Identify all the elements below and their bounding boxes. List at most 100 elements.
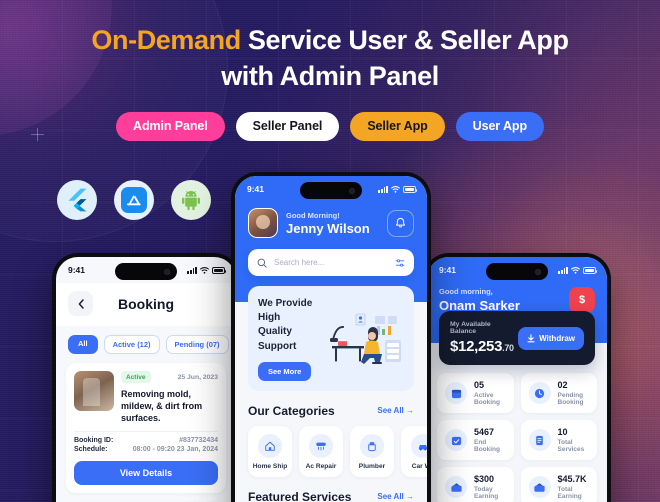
booking-date: 25 Jun, 2023 [177, 373, 218, 381]
platform-icons [57, 180, 211, 220]
greeting-text: Good Morning! [286, 210, 340, 220]
promo-banner: We Provide High Quality Support See More [248, 286, 414, 391]
signal-icon [378, 185, 388, 193]
search-input[interactable]: Search here... [274, 258, 388, 267]
app-store-icon [114, 180, 154, 220]
stat-label: Active Booking [474, 392, 500, 406]
featured-see-all[interactable]: See All → [377, 492, 414, 501]
notification-button[interactable] [387, 209, 414, 237]
flutter-icon [57, 180, 97, 220]
stat-value: 5467 [474, 427, 495, 437]
seller-greeting: Good morning, Onam Sarker $ [427, 283, 607, 313]
booking-title: Removing mold, mildew, & dirt from surfa… [121, 389, 203, 424]
categories-see-all[interactable]: See All → [377, 406, 414, 415]
category-home-ship[interactable]: Home Ship [248, 425, 292, 477]
user-greeting: Good Morning! Jenny Wilson [235, 202, 427, 238]
title-rest: Service User & Seller App [240, 25, 569, 55]
stat-total-services[interactable]: 10 Total Services [520, 420, 597, 460]
signal-icon [187, 266, 197, 274]
phone-notch [486, 263, 548, 280]
chip-pending[interactable]: Pending (07) [165, 335, 229, 354]
avatar[interactable] [248, 208, 278, 238]
see-all-label: See All [377, 406, 404, 416]
balance-label: My Available Balance [450, 321, 491, 335]
android-icon [171, 180, 211, 220]
stat-label: Total Earning [557, 486, 582, 500]
see-all-label: See All [377, 492, 404, 502]
plumber-icon [360, 433, 384, 458]
status-time: 9:41 [439, 265, 457, 275]
stat-active-booking[interactable]: 05 Active Booking [437, 373, 514, 413]
booking-id-label: Booking ID: [74, 437, 114, 445]
stat-label: Total Services [557, 439, 585, 453]
booking-id-value: #837732434 [179, 437, 218, 445]
page-title: On-Demand Service User & Seller App with… [0, 22, 660, 94]
booking-card[interactable]: Active 25 Jun, 2023 Removing mold, milde… [66, 363, 226, 494]
tab-admin-panel[interactable]: Admin Panel [116, 112, 225, 141]
category-ac-repair[interactable]: Ac Repair [299, 425, 343, 477]
dollar-badge-icon[interactable]: $ [569, 287, 595, 313]
clock-icon [528, 382, 551, 404]
category-label: Ac Repair [305, 462, 337, 470]
search-bar[interactable]: Search here... [248, 249, 414, 276]
schedule-value: 08:00 - 09:20 23 Jan, 2024 [132, 446, 218, 454]
tab-user-app[interactable]: User App [455, 112, 544, 141]
greeting-text: Good morning, [439, 287, 493, 296]
back-button[interactable] [68, 291, 93, 316]
stat-value: $300 [474, 474, 495, 484]
category-label: Car Wa [411, 462, 427, 470]
categories-heading: Our Categories [248, 403, 335, 418]
status-badge: Active [121, 371, 151, 383]
stat-today-earning[interactable]: $300 Today Earning [437, 467, 514, 502]
tab-seller-panel[interactable]: Seller Panel [235, 112, 340, 141]
wallet-icon [445, 476, 467, 498]
status-time: 9:41 [247, 184, 265, 194]
phone-mockup-user-home: 9:41 Good Morning! Jenny Wilson Search h… [231, 172, 431, 502]
chip-active[interactable]: Active (12) [103, 335, 160, 354]
balance-card: My Available Balance $12,253.70 Withdraw [439, 311, 595, 365]
phone-mockup-booking: 9:41 Booking All Active (12) Pending (07… [52, 253, 240, 502]
view-details-button[interactable]: View Details [74, 461, 218, 486]
category-car-wash[interactable]: Car Wa [401, 425, 427, 477]
promo-title-line2: Quality Support [258, 326, 297, 352]
stat-total-earning[interactable]: $45.7K Total Earning [520, 467, 597, 502]
featured-heading: Featured Services [248, 489, 352, 502]
categories-section-header: Our Categories See All → [248, 404, 414, 418]
phone-mockup-seller-dashboard: 9:41 Good morning, Onam Sarker $ My Avai… [423, 253, 611, 502]
promo-title-line1: We Provide High [258, 298, 313, 324]
wallet-icon [528, 476, 551, 498]
withdraw-button[interactable]: Withdraw [518, 326, 584, 350]
withdraw-label: Withdraw [539, 333, 575, 343]
chip-all[interactable]: All [68, 335, 98, 354]
booking-thumbnail [74, 371, 114, 411]
list-icon [528, 429, 551, 451]
calendar-check-icon [445, 429, 467, 451]
download-icon [527, 333, 535, 342]
categories-list: Home Ship Ac Repair Plumber Car [248, 425, 427, 477]
booking-header: Booking [56, 283, 236, 326]
stat-pending-booking[interactable]: 02 Pending Booking [520, 373, 597, 413]
schedule-label: Schedule: [74, 446, 108, 454]
support-illustration [328, 310, 404, 368]
stat-label: Pending Booking [557, 392, 584, 406]
signal-icon [558, 266, 568, 274]
car-wash-icon [411, 433, 427, 458]
stat-label: End Booking [474, 439, 500, 453]
tab-seller-app[interactable]: Seller App [350, 112, 445, 141]
category-plumber[interactable]: Plumber [350, 425, 394, 477]
ac-icon [309, 433, 333, 458]
product-tabs: Admin Panel Seller Panel Seller App User… [0, 112, 660, 141]
phone-notch [300, 182, 362, 199]
category-label: Plumber [358, 462, 386, 470]
see-more-button[interactable]: See More [258, 361, 312, 381]
wifi-icon [571, 266, 580, 274]
category-label: Home Ship [252, 462, 288, 470]
stat-end-booking[interactable]: 5467 End Booking [437, 420, 514, 460]
stat-value: $45.7K [557, 474, 587, 484]
battery-icon [583, 266, 598, 274]
stat-value: 02 [557, 380, 568, 390]
stat-value: 10 [557, 427, 568, 437]
search-icon [257, 258, 267, 268]
bell-icon [395, 217, 406, 228]
user-name: Jenny Wilson [286, 220, 370, 236]
